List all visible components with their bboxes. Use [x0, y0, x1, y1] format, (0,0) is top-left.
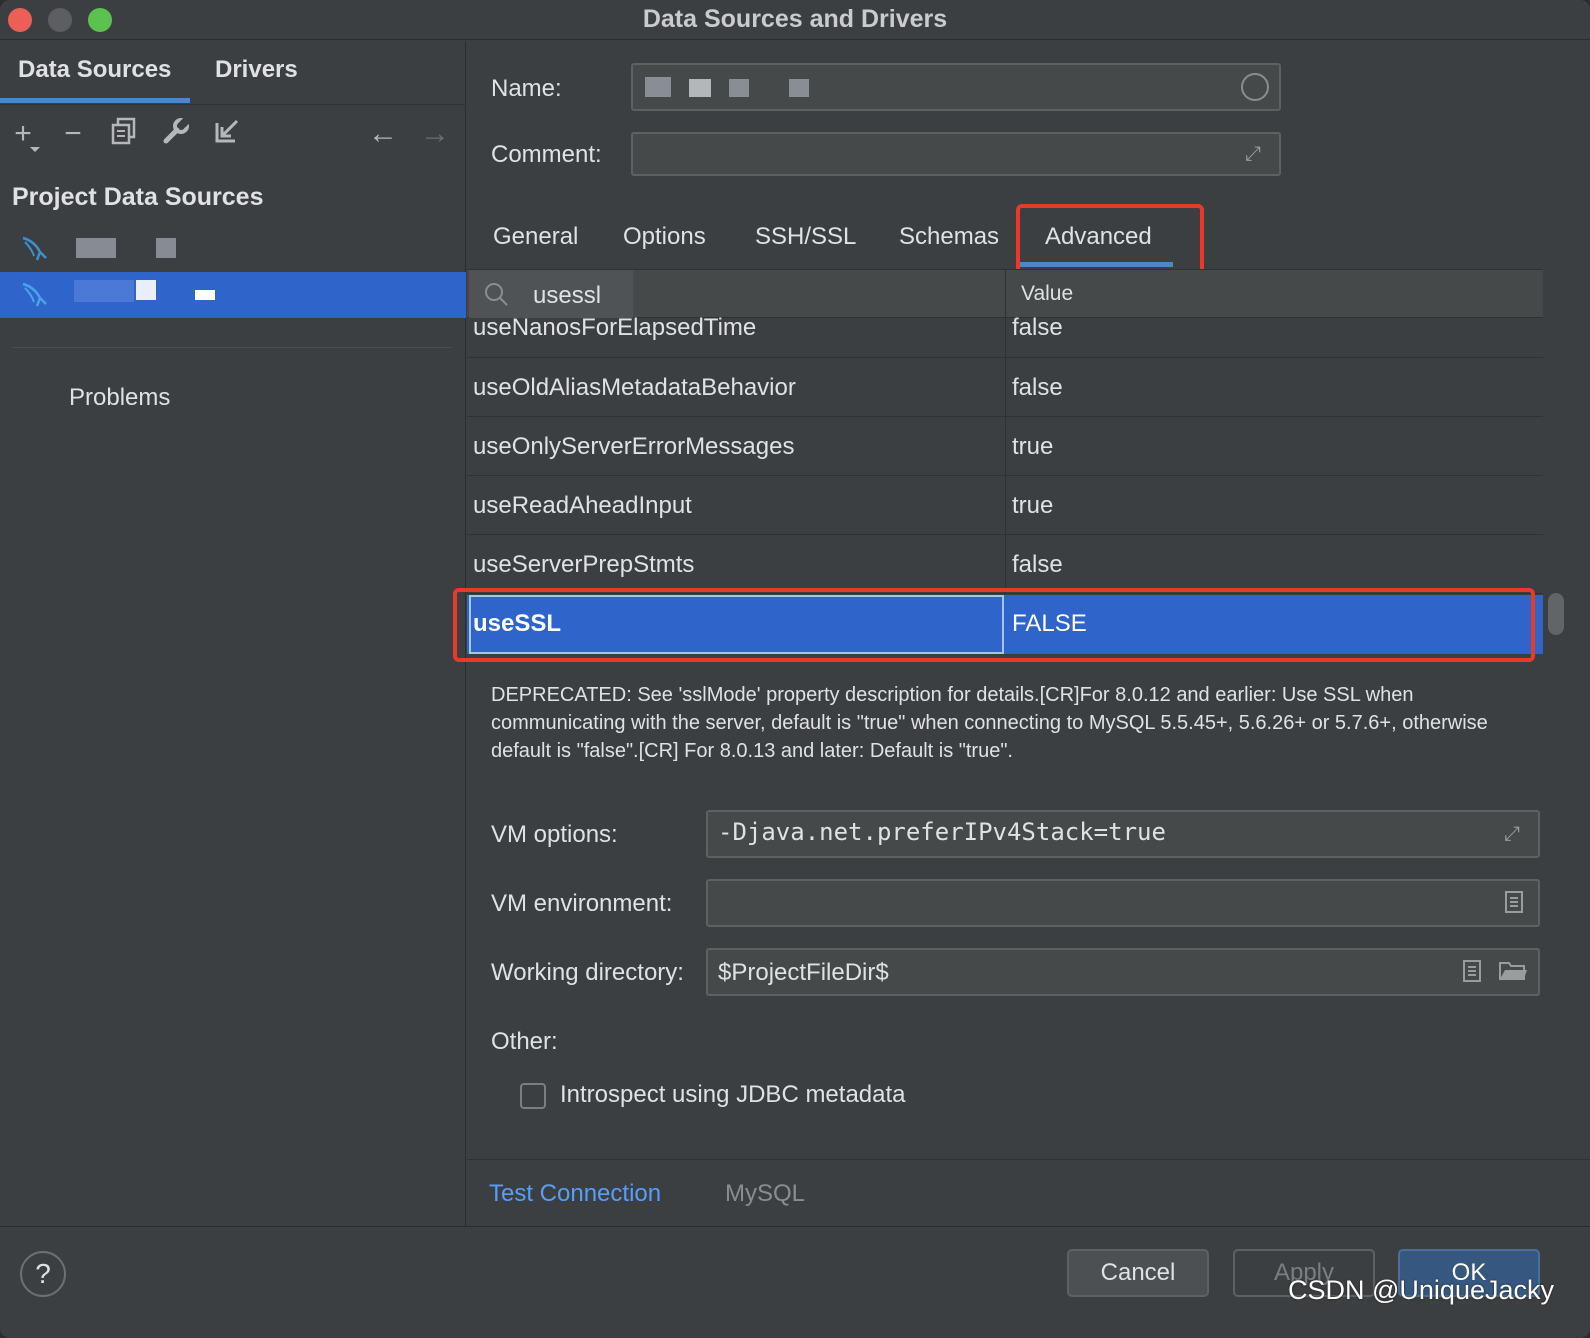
- property-key: useReadAheadInput: [473, 492, 692, 519]
- tab-options[interactable]: Options: [623, 223, 706, 251]
- property-key: useNanosForElapsedTime: [473, 314, 757, 341]
- active-tab-indicator: [0, 98, 190, 103]
- redacted-name: [74, 280, 134, 302]
- redacted-name: [76, 238, 116, 258]
- help-button[interactable]: ?: [20, 1251, 66, 1297]
- color-circle-icon[interactable]: [1241, 73, 1269, 101]
- data-source-item[interactable]: [0, 226, 466, 272]
- project-data-sources-heading: Project Data Sources: [12, 183, 264, 211]
- expand-icon[interactable]: ⤢: [1504, 822, 1528, 846]
- property-value[interactable]: true: [1012, 433, 1053, 461]
- dialog-button-bar: ? Cancel Apply OK CSDN @UniqueJacky: [0, 1226, 1590, 1338]
- search-input[interactable]: usessl: [533, 282, 601, 310]
- working-directory-field[interactable]: $ProjectFileDir$: [706, 948, 1540, 996]
- right-panel: Name: Comment: ⤢ General Options SSH/SSL…: [453, 41, 1590, 1226]
- test-connection-link[interactable]: Test Connection: [489, 1180, 661, 1208]
- table-row[interactable]: useOnlyServerErrorMessages true: [467, 417, 1543, 476]
- property-key: useOnlyServerErrorMessages: [473, 433, 795, 460]
- folder-icon[interactable]: [1498, 959, 1528, 985]
- tab-drivers[interactable]: Drivers: [215, 56, 298, 84]
- tab-general[interactable]: General: [493, 223, 578, 251]
- add-icon[interactable]: +: [6, 117, 40, 151]
- vm-environment-label: VM environment:: [491, 890, 673, 917]
- left-separator: [12, 347, 452, 348]
- tab-data-sources[interactable]: Data Sources: [18, 56, 171, 84]
- property-value[interactable]: false: [1012, 551, 1063, 579]
- redacted-name: [156, 238, 176, 258]
- left-tabs: Data Sources Drivers: [0, 41, 466, 105]
- tab-ssh-ssl[interactable]: SSH/SSL: [755, 223, 856, 251]
- mysql-dolphin-icon: [20, 234, 50, 264]
- wrench-icon[interactable]: [159, 116, 193, 151]
- column-separator: [1005, 270, 1006, 318]
- cancel-button[interactable]: Cancel: [1067, 1249, 1209, 1297]
- watermark-text: CSDN @UniqueJacky: [1288, 1275, 1554, 1305]
- working-directory-input[interactable]: $ProjectFileDir$: [718, 959, 889, 987]
- forward-arrow-icon[interactable]: →: [418, 117, 452, 151]
- property-description: DEPRECATED: See 'sslMode' property descr…: [491, 684, 1488, 762]
- expand-icon[interactable]: ⤢: [1245, 142, 1269, 166]
- property-value[interactable]: false: [1012, 314, 1063, 342]
- column-separator: [1005, 417, 1006, 476]
- document-icon[interactable]: [1502, 890, 1526, 916]
- remove-icon[interactable]: −: [56, 117, 90, 151]
- left-toolbar: + − ← →: [0, 113, 466, 157]
- column-separator: [1005, 318, 1006, 358]
- table-row[interactable]: useOldAliasMetadataBehavior false: [467, 358, 1543, 417]
- vm-options-field[interactable]: -Djava.net.preferIPv4Stack=true ⤢: [706, 810, 1540, 858]
- name-label: Name:: [491, 75, 562, 102]
- table-scrollbar[interactable]: [1548, 593, 1564, 635]
- table-row[interactable]: useReadAheadInput true: [467, 476, 1543, 535]
- redacted-name: [136, 280, 156, 300]
- property-key: useOldAliasMetadataBehavior: [473, 374, 796, 401]
- comment-label: Comment:: [491, 141, 602, 168]
- tab-schemas[interactable]: Schemas: [899, 223, 999, 251]
- vm-environment-field[interactable]: [706, 879, 1540, 927]
- document-icon[interactable]: [1460, 959, 1484, 985]
- data-sources-dialog: Data Sources and Drivers Data Sources Dr…: [0, 0, 1590, 1338]
- redacted-name: [645, 77, 671, 97]
- introspect-checkbox[interactable]: [520, 1083, 546, 1109]
- property-value[interactable]: false: [1012, 374, 1063, 402]
- duplicate-icon[interactable]: [107, 117, 141, 151]
- data-source-item-selected[interactable]: [0, 272, 466, 318]
- property-value[interactable]: true: [1012, 492, 1053, 520]
- redacted-name: [729, 79, 749, 97]
- left-panel: Data Sources Drivers + − ← → Project Dat…: [0, 41, 466, 1226]
- mysql-dolphin-icon: [20, 280, 50, 310]
- vm-options-label: VM options:: [491, 821, 618, 848]
- name-field[interactable]: [631, 63, 1281, 111]
- problems-item[interactable]: Problems: [69, 384, 170, 412]
- redacted-name: [689, 79, 711, 97]
- driver-link[interactable]: MySQL: [725, 1180, 805, 1208]
- redacted-name: [195, 290, 215, 300]
- table-header: usessl Value: [467, 270, 1543, 318]
- title-bar: Data Sources and Drivers: [0, 0, 1590, 40]
- value-column-header[interactable]: Value: [1021, 282, 1073, 306]
- table-row[interactable]: useServerPrepStmts false: [467, 535, 1543, 594]
- comment-field[interactable]: ⤢: [631, 132, 1281, 176]
- right-footer: Test Connection MySQL: [467, 1159, 1590, 1226]
- add-dropdown-icon[interactable]: [30, 147, 40, 152]
- property-search[interactable]: usessl: [469, 270, 633, 318]
- window-title: Data Sources and Drivers: [642, 5, 948, 33]
- working-directory-label: Working directory:: [491, 959, 684, 986]
- table-row[interactable]: useNanosForElapsedTime false: [467, 314, 1543, 358]
- property-key: useServerPrepStmts: [473, 551, 695, 578]
- back-arrow-icon[interactable]: ←: [366, 117, 400, 151]
- search-icon: [483, 281, 509, 307]
- column-separator: [1005, 535, 1006, 594]
- import-icon[interactable]: [210, 117, 244, 151]
- vm-options-input[interactable]: -Djava.net.preferIPv4Stack=true: [718, 818, 1166, 846]
- other-label: Other:: [491, 1028, 558, 1055]
- usessl-row-highlight: [453, 588, 1535, 662]
- introspect-label[interactable]: Introspect using JDBC metadata: [560, 1081, 906, 1109]
- column-separator: [1005, 476, 1006, 535]
- redacted-name: [789, 79, 809, 97]
- column-separator: [1005, 358, 1006, 417]
